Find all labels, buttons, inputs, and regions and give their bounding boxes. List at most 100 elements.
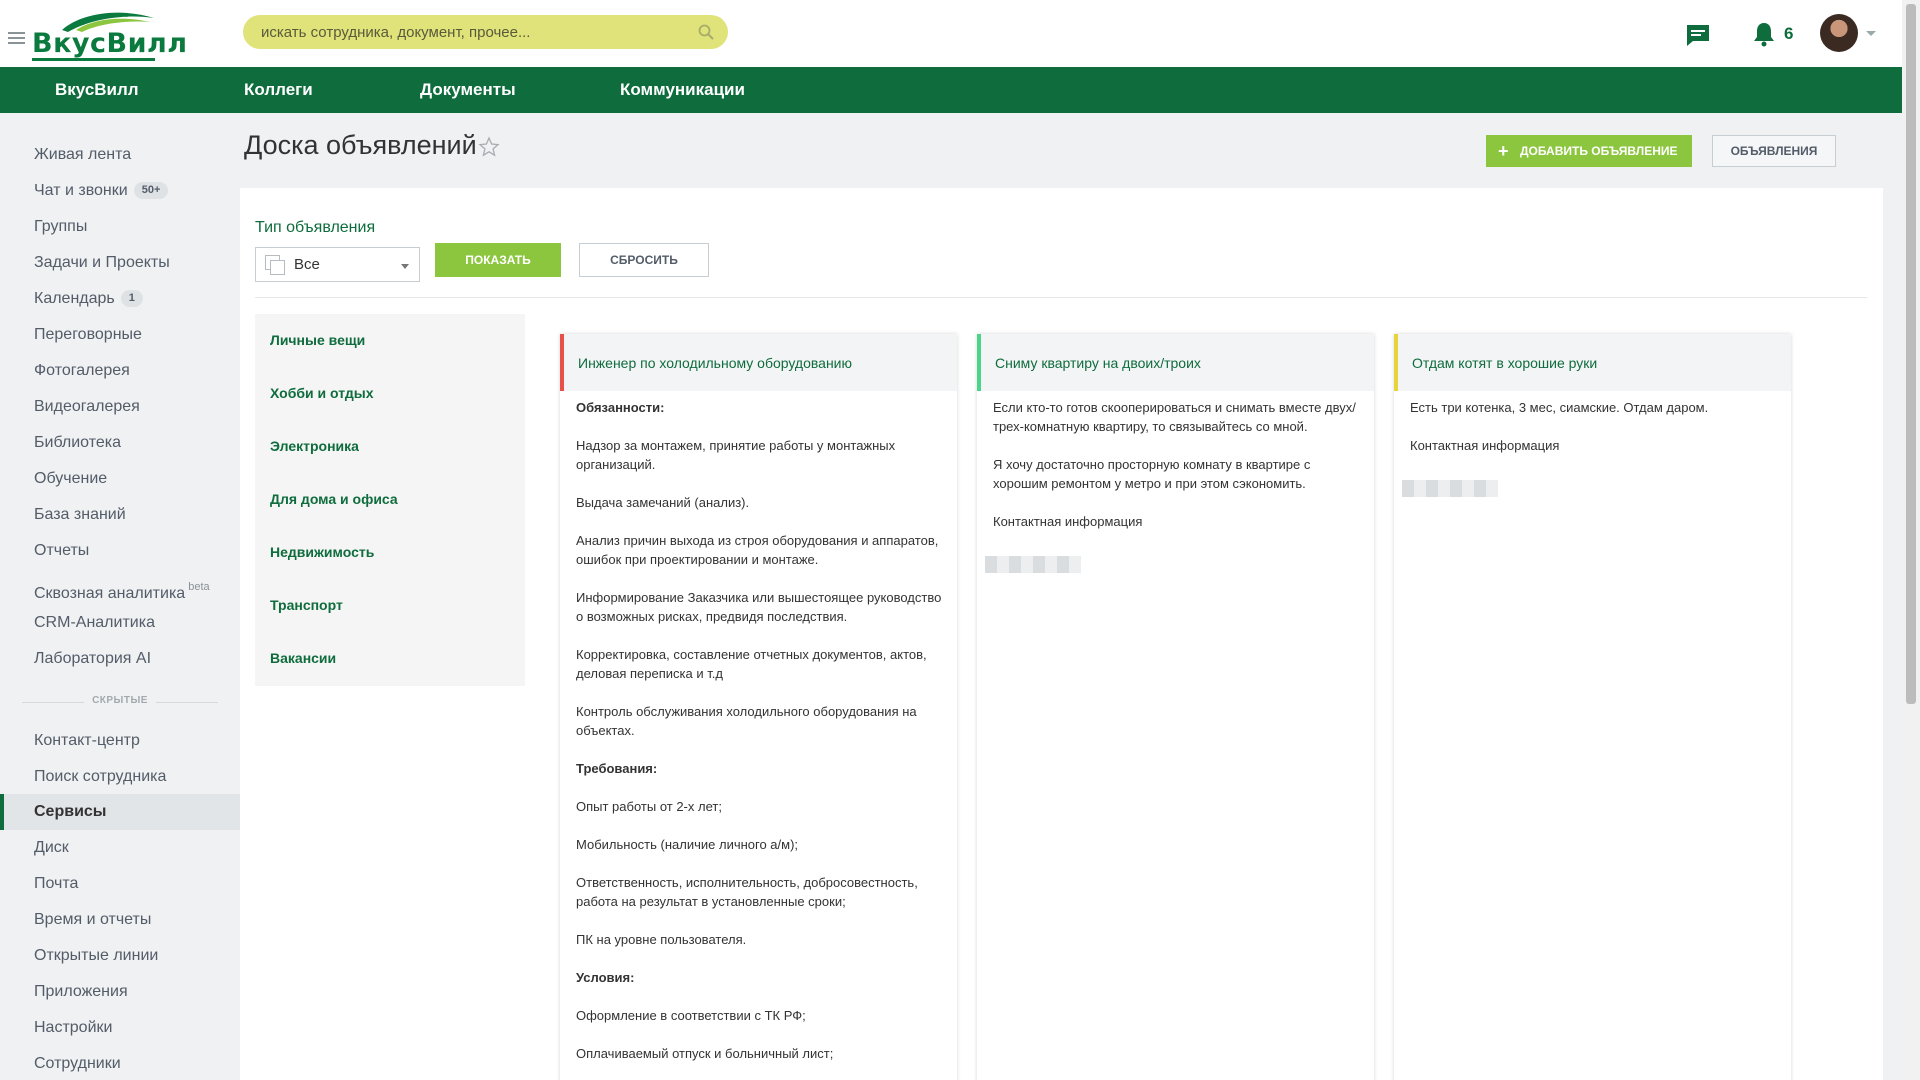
search-input[interactable]	[261, 15, 681, 49]
sidebar-item-label: Поиск сотрудника	[34, 768, 167, 785]
category-hobby[interactable]: Хобби и отдых	[270, 385, 374, 401]
sidebar-item-label: Календарь	[34, 290, 115, 307]
sidebar-item-services[interactable]: Сервисы	[0, 794, 240, 830]
card-text: Оплачиваемый отпуск и больничный лист;	[576, 1046, 834, 1061]
announcements-button[interactable]: ОБЪЯВЛЕНИЯ	[1712, 135, 1836, 167]
card-text: Требования:	[576, 761, 658, 776]
card-text: Оформление в соответствии с ТК РФ;	[576, 1008, 806, 1023]
blurred-contact	[985, 556, 1081, 573]
sidebar-item-label: Сквозная аналитика	[34, 585, 186, 602]
sidebar-item-label: Время и отчеты	[34, 911, 152, 928]
nav-item-communications[interactable]: Коммуникации	[620, 67, 745, 113]
sidebar-item-label: Чат и звонки	[34, 182, 128, 199]
sidebar-item-employees[interactable]: Сотрудники	[34, 1046, 121, 1080]
reset-button[interactable]: СБРОСИТЬ	[579, 243, 709, 277]
top-header: ВкусВилл 6	[0, 0, 1902, 67]
logo-underline	[32, 58, 155, 61]
sidebar-item-label: Диск	[34, 839, 69, 856]
scrollbar-thumb[interactable]	[1906, 4, 1916, 704]
category-electronics[interactable]: Электроника	[270, 438, 359, 454]
sidebar-separator: СКРЫТЫЕ	[22, 695, 218, 709]
avatar[interactable]	[1820, 14, 1858, 52]
nav-item-vkusvill[interactable]: ВкусВилл	[55, 67, 139, 113]
sidebar-item-disk[interactable]: Диск	[34, 830, 69, 866]
sidebar-item-open-lines[interactable]: Открытые линии	[34, 938, 158, 974]
sidebar-item-label: Приложения	[34, 983, 128, 1000]
card-title[interactable]: Сниму квартиру на двоих/троих	[995, 355, 1201, 371]
sidebar-item-label: Живая лента	[34, 146, 132, 163]
menu-burger-icon[interactable]	[8, 32, 25, 44]
sidebar-item-meeting-rooms[interactable]: Переговорные	[34, 317, 142, 353]
category-vacancies[interactable]: Вакансии	[270, 650, 336, 666]
sidebar-item-knowledge-base[interactable]: База знаний	[34, 497, 126, 533]
search-icon[interactable]	[698, 24, 714, 40]
plus-icon: +	[1498, 141, 1509, 161]
card-text: Если кто-то готов скооперироваться и сни…	[993, 400, 1356, 434]
show-button[interactable]: ПОКАЗАТЬ	[435, 243, 561, 277]
vertical-scrollbar[interactable]	[1902, 0, 1920, 1080]
category-transport[interactable]: Транспорт	[270, 597, 343, 613]
search-box	[243, 15, 728, 49]
chat-icon[interactable]	[1685, 22, 1711, 48]
sidebar-item-tasks[interactable]: Задачи и Проекты	[34, 245, 170, 281]
category-personal-items[interactable]: Личные вещи	[270, 332, 365, 348]
category-home-office[interactable]: Для дома и офиса	[270, 491, 398, 507]
sidebar-item-video-gallery[interactable]: Видеогалерея	[34, 389, 140, 425]
sidebar-item-crm-analytics[interactable]: CRM-Аналитика	[34, 605, 155, 641]
card-header: Отдам котят в хорошие руки	[1394, 334, 1791, 391]
category-list: Личные вещи Хобби и отдых Электроника Дл…	[255, 314, 525, 686]
card-text: ПК на уровне пользователя.	[576, 932, 747, 947]
card-text: Обязанности:	[576, 400, 665, 415]
sidebar-item-employee-search[interactable]: Поиск сотрудника	[34, 759, 166, 795]
sidebar-item-feed[interactable]: Живая лента	[34, 137, 131, 173]
logo[interactable]: ВкусВилл	[32, 10, 187, 61]
nav-item-colleagues[interactable]: Коллеги	[244, 67, 313, 113]
sidebar-item-contact-center[interactable]: Контакт-центр	[34, 723, 140, 759]
category-real-estate[interactable]: Недвижимость	[270, 544, 374, 560]
announcement-type-select[interactable]: Все	[255, 247, 420, 282]
checkbox-icon	[270, 260, 285, 275]
sidebar-item-applications[interactable]: Приложения	[34, 974, 128, 1010]
card-text: Я хочу достаточно просторную комнату в к…	[993, 457, 1311, 491]
sidebar-item-label: Группы	[34, 218, 88, 235]
sidebar-item-analytics[interactable]: Сквозная аналитика beta	[34, 569, 210, 605]
sidebar-item-calendar[interactable]: Календарь 1	[34, 281, 143, 317]
sidebar-item-mail[interactable]: Почта	[34, 866, 78, 902]
sidebar-item-chat[interactable]: Чат и звонки 50+	[34, 173, 169, 209]
sidebar-item-label: Контакт-центр	[34, 732, 140, 749]
sidebar-item-library[interactable]: Библиотека	[34, 425, 121, 461]
filter-type-label: Тип объявления	[255, 219, 376, 236]
sidebar-badge: 50+	[133, 182, 169, 199]
card-title[interactable]: Отдам котят в хорошие руки	[1412, 355, 1597, 371]
announcement-card: Инженер по холодильному оборудованию Обя…	[560, 334, 957, 1080]
chevron-down-icon[interactable]	[1866, 31, 1876, 36]
sidebar-item-label: Сотрудники	[34, 1055, 121, 1072]
sidebar-item-photo-gallery[interactable]: Фотогалерея	[34, 353, 130, 389]
card-title[interactable]: Инженер по холодильному оборудованию	[578, 355, 852, 371]
sidebar-item-groups[interactable]: Группы	[34, 209, 87, 245]
sidebar-item-label: Настройки	[34, 1019, 113, 1036]
card-text: Анализ причин выхода из строя оборудован…	[576, 533, 939, 567]
card-accent	[560, 334, 564, 391]
bell-icon[interactable]	[1752, 21, 1776, 47]
sidebar-item-reports[interactable]: Отчеты	[34, 533, 89, 569]
card-body: Есть три котенка, 3 мес, сиамские. Отдам…	[1410, 398, 1776, 474]
sidebar-item-label: Переговорные	[34, 326, 142, 343]
logo-text: ВкусВилл	[32, 28, 188, 59]
sidebar-item-label: Фотогалерея	[34, 362, 130, 379]
sidebar-item-label: Задачи и Проекты	[34, 254, 170, 271]
star-icon[interactable]	[478, 136, 500, 158]
card-text: Корректировка, составление отчетных доку…	[576, 647, 927, 681]
sidebar-item-learning[interactable]: Обучение	[34, 461, 107, 497]
sidebar-item-settings[interactable]: Настройки	[34, 1010, 112, 1046]
sidebar-item-ai-lab[interactable]: Лаборатория AI	[34, 641, 151, 677]
nav-item-documents[interactable]: Документы	[420, 67, 516, 113]
main-content: Тип объявления Все ПОКАЗАТЬ СБРОСИТЬ Лич…	[240, 188, 1883, 1080]
sidebar-item-time-reports[interactable]: Время и отчеты	[34, 902, 151, 938]
blurred-contact	[1402, 480, 1498, 497]
card-text: Выдача замечаний (анализ).	[576, 495, 750, 510]
card-accent	[1394, 334, 1398, 391]
card-body: Если кто-то готов скооперироваться и сни…	[993, 398, 1359, 550]
card-text: Ответственность, исполнительность, добро…	[576, 875, 918, 909]
add-announcement-button[interactable]: + ДОБАВИТЬ ОБЪЯВЛЕНИЕ	[1486, 135, 1692, 167]
